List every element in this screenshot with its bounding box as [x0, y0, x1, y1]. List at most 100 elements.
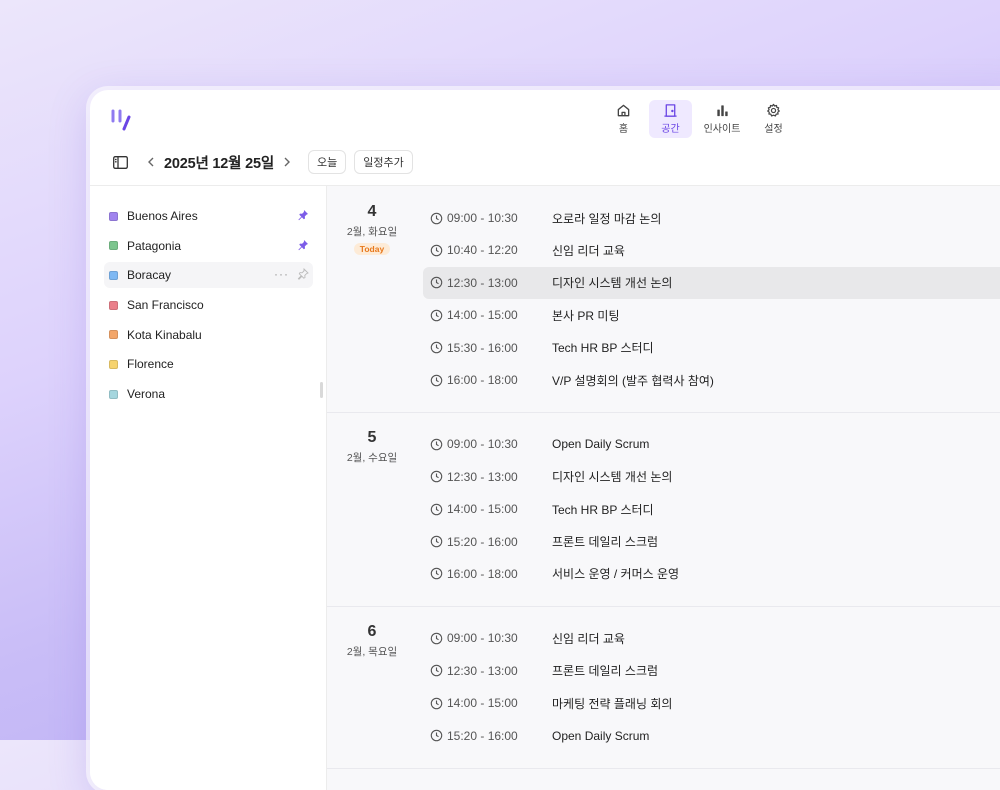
event-row[interactable]: 15:20 - 16:00 프론트 데일리 스크럼: [423, 526, 1000, 558]
event-row[interactable]: 15:20 - 16:00 Open Daily Scrum: [423, 720, 1000, 752]
event-row[interactable]: 15:30 - 16:00 Tech HR BP 스터디: [423, 332, 1000, 364]
event-title: Open Daily Scrum: [552, 437, 650, 452]
event-title: 신임 리더 교육: [552, 631, 625, 646]
space-item[interactable]: Verona: [104, 381, 313, 407]
day-header: 5 2월, 수요일: [327, 429, 417, 465]
nav-space[interactable]: 공간: [649, 100, 692, 138]
today-button[interactable]: 오늘: [308, 150, 347, 174]
day-section: 5 2월, 수요일 09:00 - 10:30 Open Daily Scrum 12:…: [327, 412, 1000, 608]
sidebar-resize-handle[interactable]: [320, 382, 323, 398]
clock-icon: [430, 503, 443, 515]
day-section: 4 2월, 화요일 Today 09:00 - 10:30 오로라 일정 마감 논의 10…: [327, 186, 1000, 414]
day-header: 4 2월, 화요일 Today: [327, 203, 417, 257]
event-time: 12:30 - 13:00: [447, 663, 518, 678]
event-row[interactable]: 12:30 - 13:00 디자인 시스템 개선 논의: [423, 266, 1000, 299]
day-weekday: 2월, 목요일: [346, 646, 398, 659]
event-row[interactable]: 09:00 - 10:30 신임 리더 교육: [423, 622, 1000, 654]
space-name: Patagonia: [127, 238, 182, 253]
event-title: Open Daily Scrum: [552, 728, 650, 743]
nav-space-label: 공간: [661, 124, 680, 135]
nav-settings[interactable]: 설정: [752, 100, 795, 138]
space-item[interactable]: Florence: [104, 351, 313, 377]
event-row[interactable]: 14:00 - 15:00 Tech HR BP 스터디: [423, 493, 1000, 525]
clock-icon: [430, 438, 443, 451]
day-number: 4: [367, 203, 377, 220]
schedule-list: 4 2월, 화요일 Today 09:00 - 10:30 오로라 일정 마감 논의 10…: [327, 186, 1000, 790]
event-time: 15:30 - 16:00: [447, 340, 518, 355]
event-title: Tech HR BP 스터디: [552, 502, 654, 517]
event-title: 신임 리더 교육: [552, 243, 625, 258]
app-logo[interactable]: [110, 108, 134, 132]
event-title: Tech HR BP 스터디: [552, 341, 654, 356]
space-name: Kota Kinabalu: [127, 327, 202, 342]
clock-icon: [430, 697, 443, 709]
clock-icon: [430, 665, 443, 677]
space-color-swatch: [109, 330, 118, 340]
clock-icon: [430, 277, 443, 289]
event-row[interactable]: 12:30 - 13:00 디자인 시스템 개선 논의: [423, 461, 1000, 493]
day-number: 5: [367, 429, 377, 447]
day-weekday: 2월, 화요일: [346, 226, 398, 238]
event-title: 오로라 일정 마감 논의: [552, 211, 662, 226]
clock-icon: [430, 374, 443, 386]
event-row[interactable]: 14:00 - 15:00 마케팅 전략 플래닝 회의: [423, 687, 1000, 719]
space-color-swatch: [109, 389, 118, 399]
event-row[interactable]: 16:00 - 18:00 V/P 설명회의 (발주 협력사 참여): [423, 364, 1000, 396]
space-name: Verona: [127, 387, 166, 402]
space-item[interactable]: Patagonia: [104, 233, 313, 259]
pin-icon[interactable]: [297, 268, 309, 281]
space-name: San Francisco: [127, 298, 204, 313]
clock-icon: [430, 632, 443, 645]
event-title: V/P 설명회의 (발주 협력사 참여): [552, 373, 714, 388]
space-item[interactable]: Boracay ···: [104, 262, 313, 289]
event-row[interactable]: 16:00 - 18:00 서비스 운영 / 커머스 운영: [423, 558, 1000, 590]
clock-icon: [430, 309, 443, 321]
day-section: 6 2월, 목요일 09:00 - 10:30 신임 리더 교육 12:30 - 13:…: [327, 606, 1000, 769]
event-time: 12:30 - 13:00: [447, 275, 518, 290]
app-window: 홈 공간 인사이트 설정 2025년 12월 25일 오늘 일정추가 Bueno…: [90, 90, 1000, 790]
nav-settings-label: 설정: [764, 124, 783, 135]
event-row[interactable]: 10:40 - 12:20 신임 리더 교육: [423, 234, 1000, 266]
chevron-left-icon: [148, 157, 154, 167]
event-time: 15:20 - 16:00: [447, 728, 518, 743]
event-title: 본사 PR 미팅: [552, 308, 620, 323]
event-title: 마케팅 전략 플래닝 회의: [552, 696, 673, 711]
space-color-swatch: [109, 211, 118, 221]
clock-icon: [430, 568, 443, 580]
space-color-swatch: [109, 270, 118, 280]
sidebar-toggle-button[interactable]: [110, 152, 130, 172]
space-item[interactable]: Kota Kinabalu: [104, 322, 313, 348]
event-time: 14:00 - 15:00: [447, 696, 518, 711]
home-icon: [617, 104, 630, 117]
event-time: 14:00 - 15:00: [447, 308, 518, 323]
event-row[interactable]: 09:00 - 10:30 오로라 일정 마감 논의: [423, 202, 1000, 234]
space-color-swatch: [109, 359, 118, 369]
space-item[interactable]: Buenos Aires: [104, 203, 313, 229]
prev-date-button[interactable]: [144, 152, 158, 172]
clock-icon: [430, 729, 443, 742]
event-time: 14:00 - 15:00: [447, 502, 518, 517]
nav-insight[interactable]: 인사이트: [696, 100, 748, 138]
space-color-swatch: [109, 241, 118, 251]
day-weekday: 2월, 수요일: [346, 452, 398, 465]
add-event-button[interactable]: 일정추가: [354, 150, 413, 174]
space-item[interactable]: San Francisco: [104, 292, 313, 318]
nav-home[interactable]: 홈: [602, 100, 645, 138]
event-title: 디자인 시스템 개선 논의: [552, 276, 673, 291]
next-date-button[interactable]: [280, 152, 294, 172]
clock-icon: [430, 212, 443, 224]
event-row[interactable]: 14:00 - 15:00 본사 PR 미팅: [423, 299, 1000, 331]
space-name: Buenos Aires: [127, 209, 198, 223]
calendar-toolbar: 2025년 12월 25일 오늘 일정추가: [110, 148, 413, 176]
more-options-icon[interactable]: ···: [274, 267, 289, 281]
pin-icon[interactable]: [297, 209, 309, 221]
event-row[interactable]: 12:30 - 13:00 프론트 데일리 스크럼: [423, 655, 1000, 687]
event-row[interactable]: 09:00 - 10:30 Open Daily Scrum: [423, 428, 1000, 460]
pin-icon[interactable]: [297, 239, 309, 251]
sidebar-icon: [112, 155, 128, 169]
day-number: 6: [367, 623, 377, 641]
event-time: 16:00 - 18:00: [447, 566, 518, 581]
space-sidebar: Buenos Aires Patagonia Boracay ··· San Franc…: [90, 186, 327, 790]
space-list: Buenos Aires Patagonia Boracay ··· San Franc…: [104, 203, 313, 411]
nav-insight-label: 인사이트: [703, 124, 741, 135]
